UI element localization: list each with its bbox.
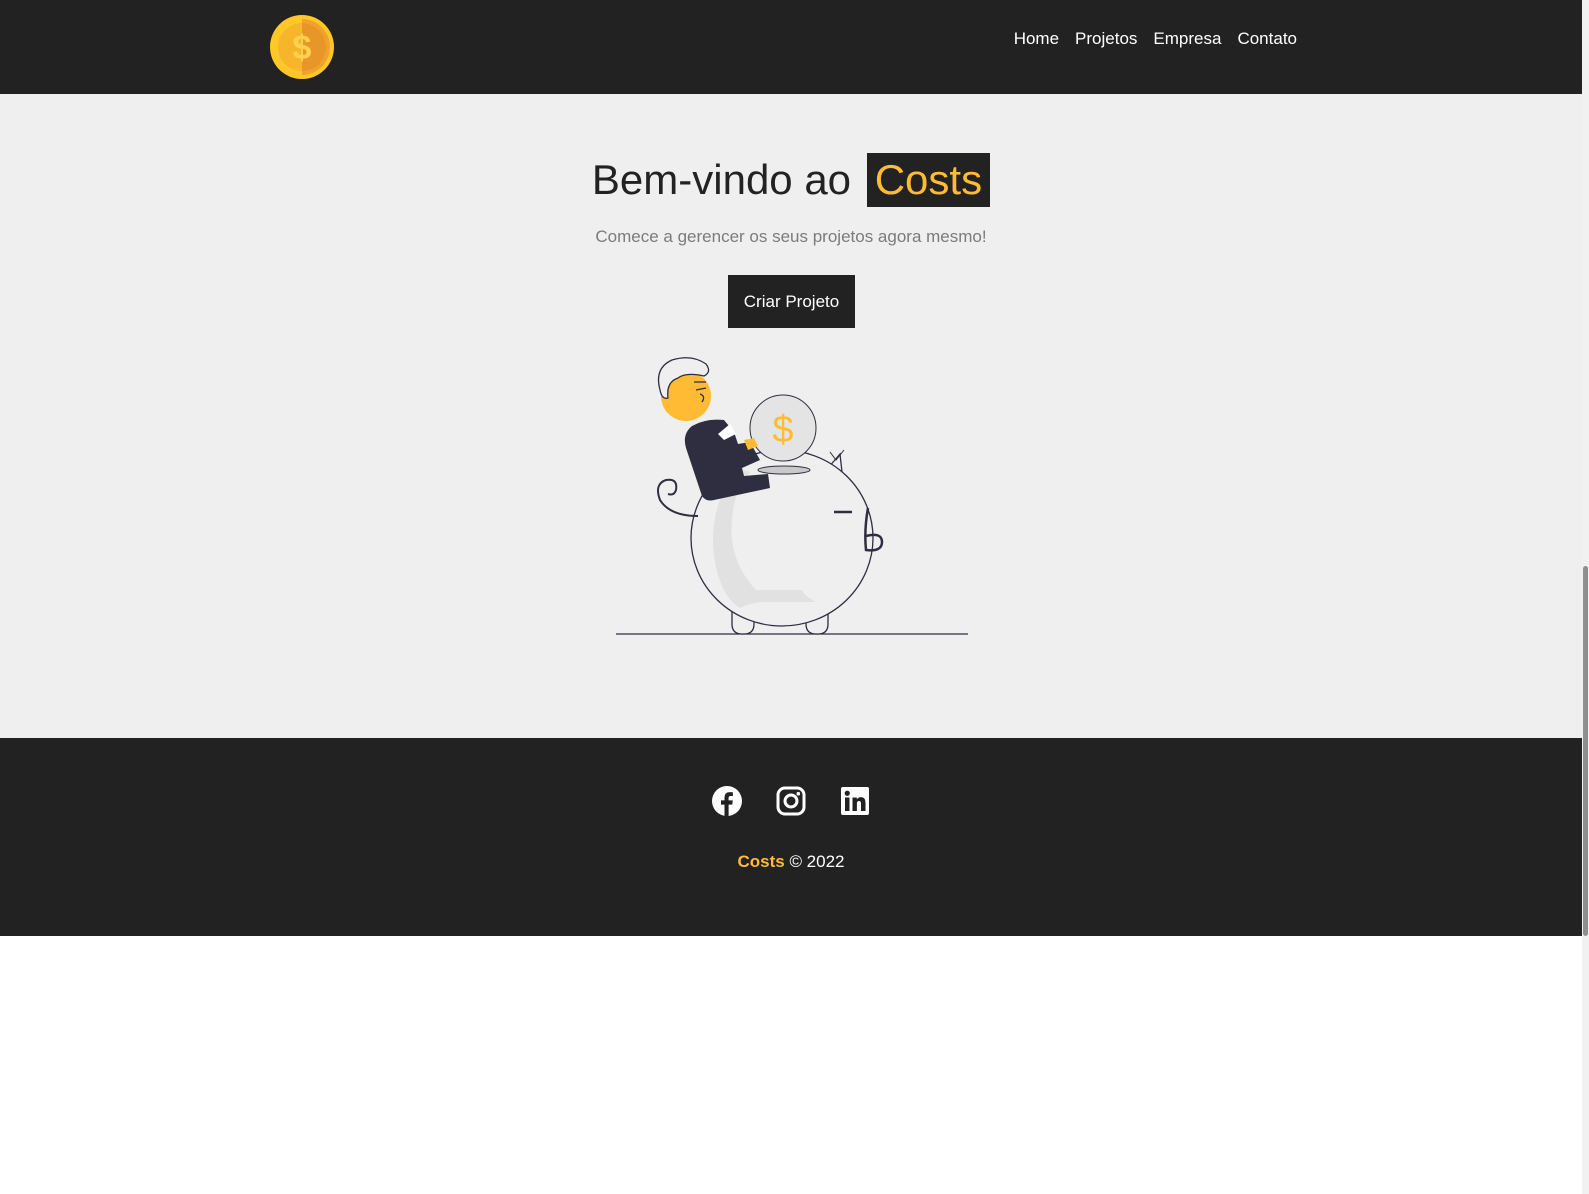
copyright-brand: Costs	[737, 852, 785, 871]
piggy-bank-illustration: $	[616, 357, 968, 635]
nav-item-contato[interactable]: Contato	[1237, 29, 1297, 49]
linkedin-link[interactable]	[840, 786, 870, 816]
title-brand: Costs	[866, 153, 991, 207]
navbar: $ Home Projetos Empresa Contato	[0, 0, 1582, 94]
linkedin-icon	[841, 787, 869, 815]
facebook-link[interactable]	[712, 786, 742, 816]
svg-text:$: $	[293, 29, 312, 67]
coin-dollar-icon[interactable]: $	[270, 15, 334, 79]
home-section: Bem-vindo ao Costs Comece a gerencer os …	[0, 94, 1582, 738]
create-project-button[interactable]: Criar Projeto	[728, 275, 855, 328]
subtitle: Comece a gerencer os seus projetos agora…	[595, 227, 987, 246]
footer: Costs © 2022	[0, 738, 1582, 936]
nav-item-projetos[interactable]: Projetos	[1075, 29, 1137, 49]
page: $ Home Projetos Empresa Contato Bem-vind…	[0, 0, 1589, 1194]
scrollbar-track[interactable]	[1582, 0, 1589, 1194]
nav-item-home[interactable]: Home	[1014, 29, 1059, 49]
instagram-link[interactable]	[776, 786, 806, 816]
title-prefix: Bem-vindo ao	[591, 156, 852, 203]
nav-menu: Home Projetos Empresa Contato	[1014, 0, 1297, 78]
scrollbar-thumb[interactable]	[1583, 566, 1588, 936]
svg-text:$: $	[772, 409, 793, 451]
nav-item-empresa[interactable]: Empresa	[1153, 29, 1221, 49]
page-title: Bem-vindo ao Costs	[0, 152, 1582, 208]
copyright: Costs © 2022	[0, 852, 1582, 872]
copyright-text: © 2022	[789, 852, 845, 871]
instagram-icon	[776, 786, 806, 816]
social-links	[0, 786, 1582, 816]
facebook-icon	[712, 786, 742, 816]
